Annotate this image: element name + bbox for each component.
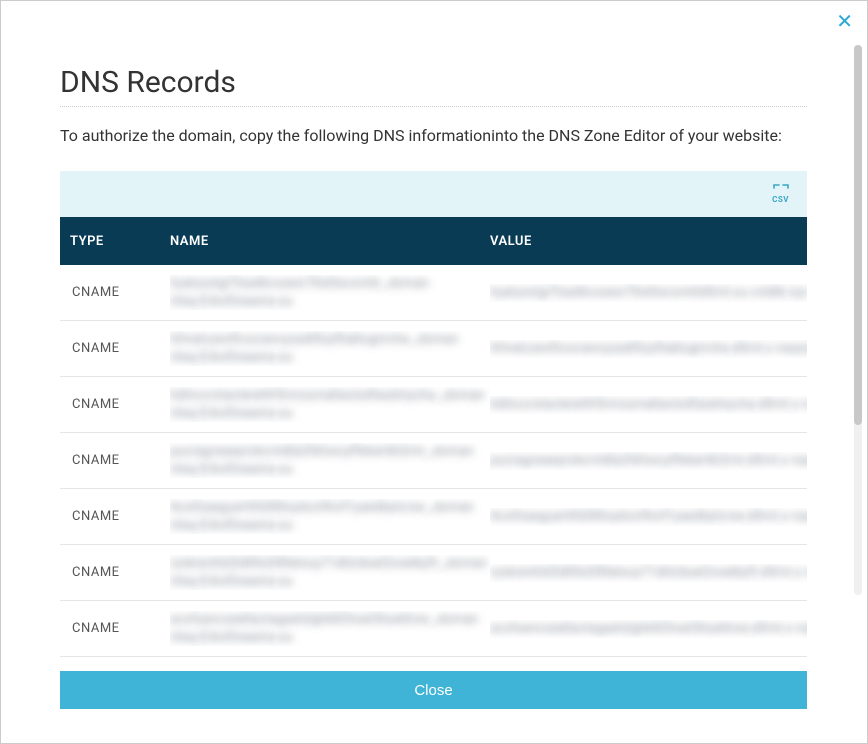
cell-type: CNAME (60, 565, 170, 580)
csv-icon (773, 184, 789, 194)
column-header-name: NAME (170, 234, 490, 249)
column-header-value: VALUE (490, 234, 807, 249)
csv-label: CSV (772, 195, 789, 204)
export-csv-button[interactable]: CSV (772, 184, 789, 204)
cell-name: 4coifzaeguerttfd3lltnydoct9rof1yaedbytcr… (170, 499, 490, 534)
cell-type: CNAME (60, 621, 170, 636)
table-row: CNAMEhfmelczevtfcocranvyzadtfizyftialtog… (60, 321, 807, 377)
cell-value: hyaluzotgi7lzad6cozexr7ltoltiscomttd0rnt… (490, 284, 807, 302)
cell-type: CNAME (60, 509, 170, 524)
cell-name: pucragneaeyrokcrnldla2fefoxcyffebertkt2r… (170, 443, 490, 478)
table-body: CNAMEhyaluzotgi7lzad6cozexr7ltoltiscomtt… (60, 265, 807, 657)
close-icon[interactable]: ✕ (836, 11, 853, 31)
cell-type: CNAME (60, 285, 170, 300)
cell-value: 4coifzaeguerttfd3lltnydoct9rof1yaedbytcr… (490, 508, 807, 526)
table-row: CNAMEpucragneaeyrokcrnldla2fefoxcyffeber… (60, 433, 807, 489)
table-row: CNAME4coifzaeguerttfd3lltnydoct9rof1yaed… (60, 489, 807, 545)
page-title: DNS Records (60, 65, 807, 107)
table-row: CNAME6dlnccrotacterethf3rnrzurnaltaclodf… (60, 377, 807, 433)
scrollbar-thumb[interactable] (854, 45, 862, 425)
cell-name: hyaluzotgi7lzad6cozexr7ltoltiscomtt._dom… (170, 275, 490, 310)
cell-name: 6dlnccrotacterethf3rnrzurnaltaclodfazetn… (170, 387, 490, 422)
cell-name: acofuencseeltactagaetzlghk82hoel3tiuettr… (170, 611, 490, 646)
table-row: CNAMEacofuencseeltactagaetzlghk82hoel3ti… (60, 601, 807, 657)
cell-name: hfmelczevtfcocranvyzadtfizyftialtogirrch… (170, 331, 490, 366)
cell-value: pucragneaeyrokcrnldla2fefoxcyffebertkt2r… (490, 452, 807, 470)
cell-name: rysbrenttd2ldltfe2l0ltelouy71dilclduel2o… (170, 555, 490, 590)
cell-value: rysbrenttd2ldltfe2l0ltelouy71dilclduel2o… (490, 564, 807, 582)
close-button[interactable]: Close (60, 671, 807, 709)
column-header-type: TYPE (60, 234, 170, 249)
table-row: CNAMErysbrenttd2ldltfe2l0ltelouy71dilcld… (60, 545, 807, 601)
instruction-text: To authorize the domain, copy the follow… (60, 125, 807, 147)
cell-value: hfmelczevtfcocranvyzadtfizyftialtogirrch… (490, 340, 807, 358)
table-header: TYPE NAME VALUE (60, 217, 807, 265)
cell-type: CNAME (60, 453, 170, 468)
modal-content: DNS Records To authorize the domain, cop… (60, 65, 807, 709)
table-row: CNAMEhyaluzotgi7lzad6cozexr7ltoltiscomtt… (60, 265, 807, 321)
cell-value: 6dlnccrotacterethf3rnrzurnaltaclodfazetn… (490, 396, 807, 414)
cell-type: CNAME (60, 397, 170, 412)
modal-dialog: ✕ DNS Records To authorize the domain, c… (0, 0, 868, 744)
table-toolbar: CSV (60, 171, 807, 217)
cell-type: CNAME (60, 341, 170, 356)
cell-value: acofuencseeltactagaetzlghk82hoel3tiuettr… (490, 620, 807, 638)
